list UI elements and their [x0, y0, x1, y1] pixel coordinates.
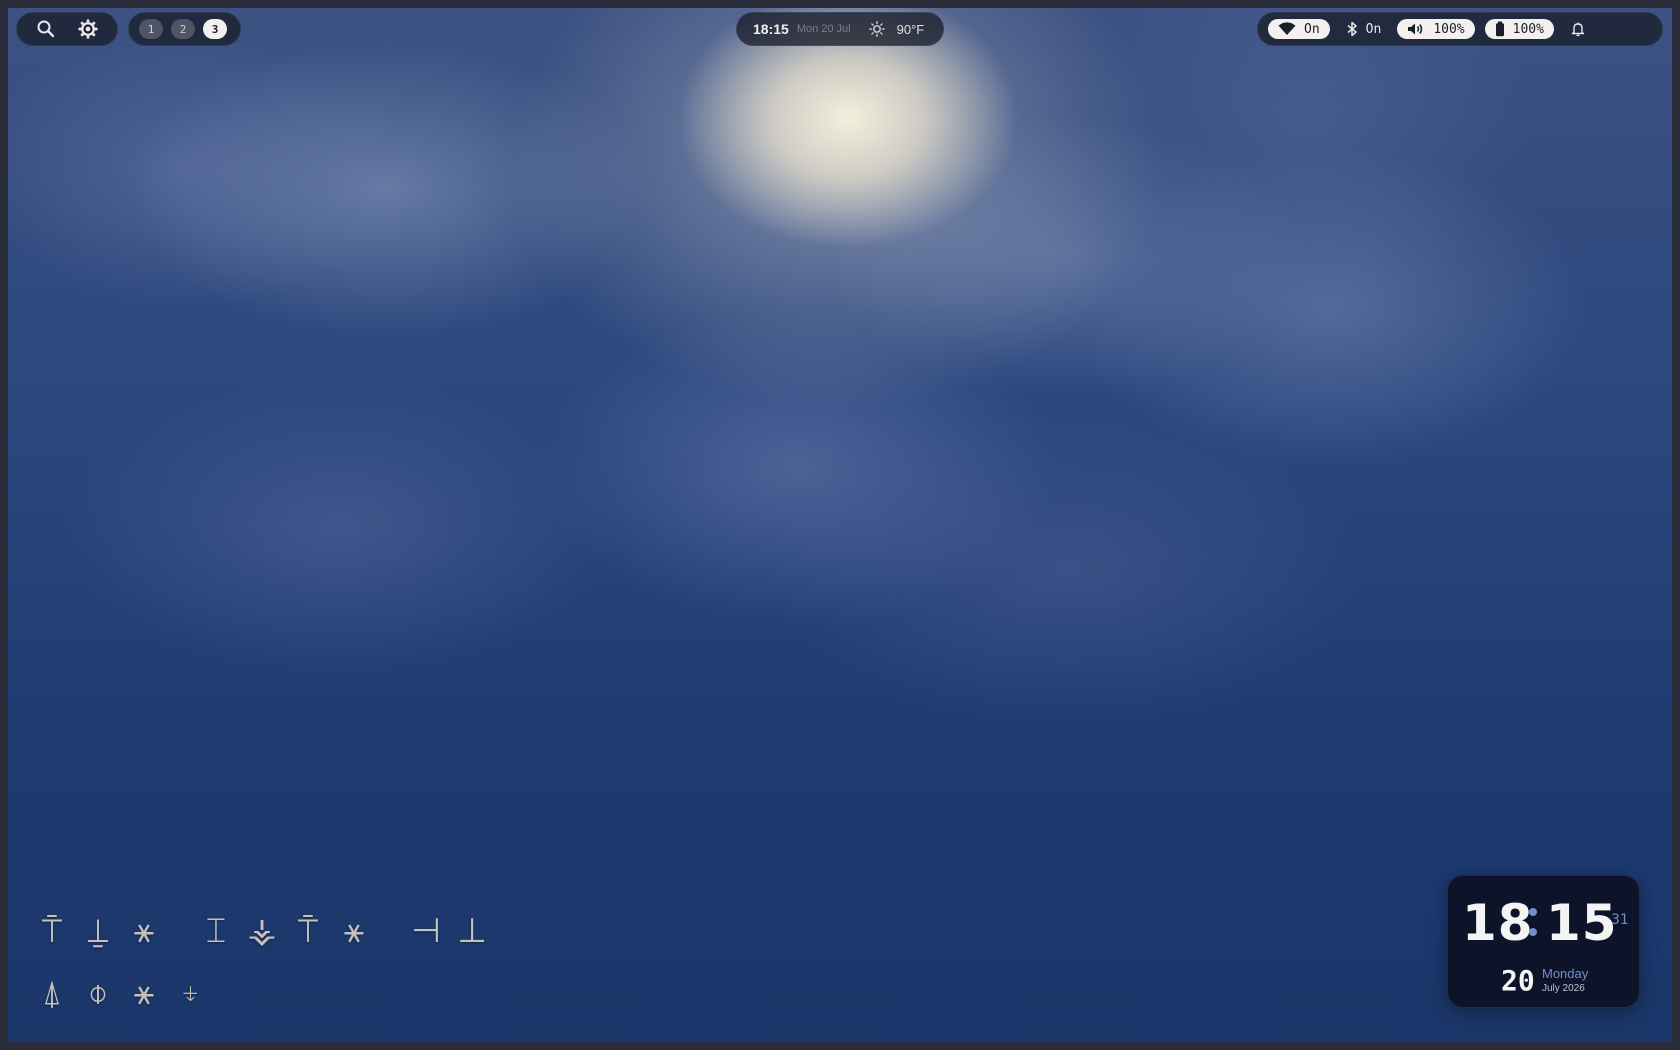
clock-day: 20: [1501, 964, 1535, 997]
clock-hour: 18: [1462, 894, 1534, 952]
clock-month-year: July 2026: [1542, 983, 1585, 994]
desktop-wallpaper: [8, 8, 1672, 1042]
clock-widget: 18 15 31 20 Monday July 2026: [1447, 875, 1640, 1008]
clock-weather-pill[interactable]: 18:15 Mon 20 Jul 90°F: [736, 12, 944, 46]
workspace-button-1[interactable]: 1: [139, 19, 163, 39]
glyph: ⍊: [87, 911, 109, 951]
clock-minute: 15: [1546, 894, 1618, 952]
glyph-row-2: ⍋ ⌽ ⚹ ⍖: [36, 972, 496, 1014]
wifi-icon: [1278, 22, 1296, 36]
glyph: ⌽: [87, 973, 109, 1013]
workspace-button-2[interactable]: 2: [171, 19, 195, 39]
wifi-label: On: [1304, 21, 1320, 37]
workspace-button-3[interactable]: 3: [203, 19, 227, 39]
glyph: ⊣: [411, 911, 441, 951]
glyph-spacer: [384, 910, 396, 952]
volume-label: 100%: [1433, 21, 1465, 37]
topbar-date: Mon 20 Jul: [796, 23, 851, 35]
settings-icon[interactable]: [77, 18, 99, 40]
bluetooth-label: On: [1365, 21, 1382, 37]
volume-control[interactable]: 100%: [1397, 19, 1475, 39]
battery-icon: [1495, 21, 1505, 37]
topbar-time: 18:15: [753, 21, 789, 37]
volume-icon: [1407, 22, 1425, 36]
clock-weekday: Monday: [1542, 966, 1589, 981]
clock-seconds: 31: [1611, 912, 1629, 928]
notifications-button[interactable]: [1564, 21, 1592, 37]
status-pill: On On 100% 100%: [1257, 12, 1663, 46]
search-icon[interactable]: [36, 19, 56, 39]
glyph: ⍖: [179, 973, 201, 1013]
wifi-toggle[interactable]: On: [1268, 19, 1330, 39]
glyph: ⚹: [133, 911, 155, 951]
sun-icon: [868, 21, 885, 37]
bluetooth-icon: [1346, 21, 1358, 37]
bluetooth-toggle[interactable]: On: [1340, 21, 1388, 37]
desktop-glyphs: ⍑ ⍊ ⚹ ⌶ ⚶ ⍑ ⚹ ⊣ ⊥ ⍋ ⌽ ⚹ ⍖: [36, 910, 496, 1034]
battery-status[interactable]: 100%: [1484, 19, 1554, 39]
battery-label: 100%: [1512, 21, 1544, 37]
glyph-spacer: [174, 910, 186, 952]
glyph-row-1: ⍑ ⍊ ⚹ ⌶ ⚶ ⍑ ⚹ ⊣ ⊥: [36, 910, 496, 952]
launcher-pill: [16, 12, 118, 46]
clock-colon: [1528, 896, 1538, 936]
glyph: ⌶: [205, 911, 227, 951]
topbar-temperature: 90°F: [896, 21, 925, 37]
glyph: ⚶: [247, 911, 277, 951]
bell-icon: [1570, 21, 1586, 37]
glyph: ⍋: [41, 973, 63, 1013]
glyph: ⊥: [457, 911, 487, 951]
glyph: ⚹: [343, 911, 365, 951]
workspace-switcher: 1 2 3: [128, 12, 241, 46]
glyph: ⍑: [41, 911, 63, 951]
glyph: ⍑: [297, 911, 319, 951]
glyph: ⚹: [133, 973, 155, 1013]
